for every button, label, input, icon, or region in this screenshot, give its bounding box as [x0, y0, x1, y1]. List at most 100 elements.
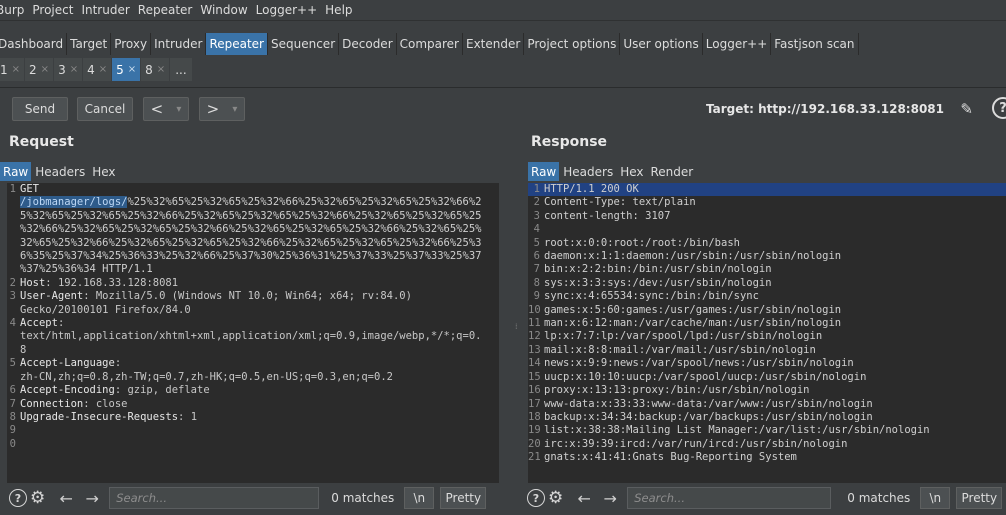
close-icon[interactable]: ×	[99, 64, 107, 75]
line-token: 5%32%65%25%32%65%25%32%66%25%32%65%25%32…	[20, 209, 482, 222]
previous-match-icon[interactable]: ←	[55, 489, 77, 508]
gear-icon[interactable]: ⚙	[548, 488, 563, 508]
response-tab-hex[interactable]: Hex	[617, 162, 646, 181]
line-number: 9	[533, 290, 540, 303]
line-number	[7, 330, 16, 343]
response-line: 4	[528, 223, 1006, 236]
close-icon[interactable]: ×	[157, 64, 165, 75]
menu-help[interactable]: Help	[325, 3, 352, 17]
repeater-tab-1[interactable]: 1 ×	[0, 58, 25, 81]
send-button[interactable]: Send	[12, 97, 68, 121]
menu-window[interactable]: Window	[200, 3, 247, 17]
line-content: Connection: close	[20, 398, 127, 411]
repeater-tab-3[interactable]: 3 ×	[54, 58, 83, 81]
line-token: Accept-Encoding	[20, 384, 115, 397]
request-tab-headers[interactable]: Headers	[32, 162, 88, 181]
response-tab-headers[interactable]: Headers	[560, 162, 616, 181]
line-content: Accept-Language:	[20, 357, 121, 370]
line-number	[7, 223, 16, 236]
tab-decoder[interactable]: Decoder	[339, 33, 397, 55]
response-search-input[interactable]: Search...	[627, 487, 832, 509]
help-icon[interactable]: ?	[992, 97, 1006, 119]
next-match-icon[interactable]: →	[81, 489, 103, 508]
line-content: Host: 192.168.33.128:8081	[20, 277, 178, 290]
menu-project[interactable]: Project	[32, 3, 73, 17]
line-token: Gecko/20100101 Firefox/84.0	[20, 303, 191, 316]
gear-icon[interactable]: ⚙	[30, 488, 45, 508]
response-tab-render[interactable]: Render	[648, 162, 697, 181]
back-dropdown-icon[interactable]: ▾	[176, 104, 181, 115]
previous-match-icon[interactable]: ←	[573, 489, 595, 508]
cancel-button[interactable]: Cancel	[77, 97, 133, 121]
newline-toggle-button[interactable]: \n	[404, 487, 435, 509]
newline-toggle-button[interactable]: \n	[920, 487, 951, 509]
line-number: 3	[533, 209, 540, 222]
line-content: daemon:x:1:1:daemon:/usr/sbin:/usr/sbin/…	[544, 250, 842, 263]
forward-dropdown-icon[interactable]: ▾	[232, 104, 237, 115]
request-editor[interactable]: 1 GET/jobmanager/logs/%25%32%65%25%32%65%…	[7, 183, 499, 483]
line-content: uucp:x:10:10:uucp:/var/spool/uucp:/usr/s…	[544, 370, 867, 383]
response-editor[interactable]: 1 HTTP/1.1 200 OK 2 Content-Type: text/plai…	[528, 183, 1006, 483]
close-icon[interactable]: ×	[70, 64, 78, 75]
request-search-bar: ? ⚙ ← → Search... 0 matches \n Pretty	[7, 484, 503, 512]
request-line: 32%65%25%32%66%25%32%65%25%32%65%25%32%6…	[7, 237, 499, 250]
repeater-tab-8[interactable]: 8 ×	[141, 58, 170, 81]
line-content: text/html,application/xhtml+xml,applicat…	[20, 330, 481, 343]
tab-target[interactable]: Target	[67, 33, 112, 55]
close-icon[interactable]: ×	[128, 64, 136, 75]
line-token: : Mozilla/5.0 (Windows NT 10.0; Win64; x…	[83, 290, 412, 303]
tab-proxy[interactable]: Proxy	[111, 33, 152, 55]
repeater-tab-5[interactable]: 5 ×	[112, 58, 141, 81]
close-icon[interactable]: ×	[12, 64, 20, 75]
line-number: 21	[528, 451, 541, 464]
next-match-icon[interactable]: →	[599, 489, 621, 508]
line-number: 20	[528, 437, 541, 450]
repeater-tab-label: 8	[145, 62, 153, 77]
line-number: 13	[528, 343, 541, 356]
request-tab-raw[interactable]: Raw	[0, 162, 32, 181]
tab-comparer[interactable]: Comparer	[397, 33, 463, 55]
forward-button[interactable]: > ▾	[199, 97, 245, 121]
response-match-count: 0 matches	[847, 491, 911, 505]
request-tab-hex[interactable]: Hex	[89, 162, 118, 181]
pretty-button[interactable]: Pretty	[956, 487, 1003, 509]
line-number: 6	[9, 384, 16, 397]
line-token: text/html,application/xhtml+xml,applicat…	[20, 330, 482, 343]
help-icon[interactable]: ?	[527, 489, 545, 507]
tab-dashboard[interactable]: Dashboard	[0, 33, 68, 55]
pencil-icon[interactable]: ✎	[960, 100, 973, 118]
pane-splitter[interactable]: ⁞	[511, 130, 523, 515]
menu-repeater[interactable]: Repeater	[138, 3, 193, 17]
back-button[interactable]: < ▾	[143, 97, 189, 121]
request-line: /jobmanager/logs/%25%32%65%25%32%65%25%3…	[7, 196, 499, 209]
line-number: 1	[533, 183, 540, 195]
response-tab-raw[interactable]: Raw	[528, 162, 560, 181]
request-search-input[interactable]: Search...	[109, 487, 320, 509]
help-icon[interactable]: ?	[9, 489, 27, 507]
pretty-button[interactable]: Pretty	[440, 487, 487, 509]
repeater-tab-label: 2	[29, 62, 37, 77]
line-token: :	[114, 357, 122, 370]
tab-fastjson-scan[interactable]: Fastjson scan	[771, 33, 859, 55]
response-line: 9 sync:x:4:65534:sync:/bin:/bin/sync	[528, 290, 1006, 303]
repeater-tab-2[interactable]: 2 ×	[25, 58, 54, 81]
repeater-tab-4[interactable]: 4 ×	[83, 58, 112, 81]
line-content: gnats:x:41:41:Gnats Bug-Reporting System	[544, 451, 797, 464]
repeater-more-tabs[interactable]: ...	[170, 58, 192, 81]
line-token: %32%66%25%32%65%25%32%65%25%32%66%25%32%…	[20, 223, 482, 236]
tab-sequencer[interactable]: Sequencer	[268, 33, 340, 55]
menu-intruder[interactable]: Intruder	[81, 3, 129, 17]
menu-logger-[interactable]: Logger++	[256, 3, 317, 17]
response-line: 19 list:x:38:38:Mailing List Manager:/var…	[528, 424, 1006, 437]
menu-burp[interactable]: Burp	[0, 3, 24, 17]
close-icon[interactable]: ×	[41, 64, 49, 75]
request-match-count: 0 matches	[331, 491, 395, 505]
tab-repeater[interactable]: Repeater	[206, 33, 268, 55]
tab-intruder[interactable]: Intruder	[151, 33, 207, 55]
line-token: Accept-Language	[20, 357, 115, 370]
tab-logger-[interactable]: Logger++	[703, 33, 772, 55]
request-view-tabs: Raw Headers Hex	[0, 162, 120, 181]
tab-extender[interactable]: Extender	[463, 33, 525, 55]
tab-project-options[interactable]: Project options	[524, 33, 621, 55]
tab-user-options[interactable]: User options	[620, 33, 703, 55]
